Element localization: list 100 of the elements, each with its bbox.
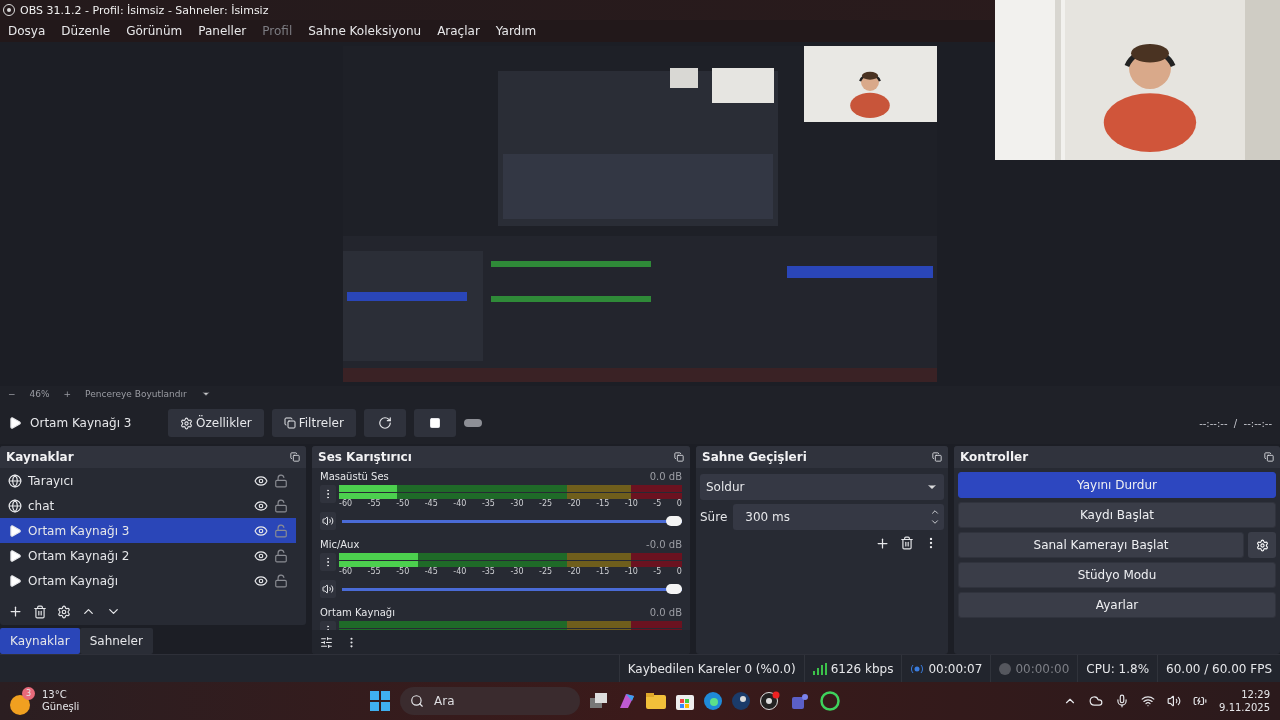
more-button[interactable] <box>320 553 336 571</box>
dock-tab[interactable]: Sahneler <box>79 628 153 654</box>
trash-icon[interactable] <box>900 536 914 551</box>
add-icon[interactable] <box>875 536 890 551</box>
channel-name: Masaüstü Ses <box>320 471 389 482</box>
dock-tab[interactable]: Kaynaklar <box>0 628 80 654</box>
panel-title: Kontroller <box>960 450 1029 464</box>
undock-icon[interactable] <box>932 452 942 462</box>
add-icon[interactable] <box>8 604 23 619</box>
stop-button[interactable] <box>413 409 456 437</box>
menu-item[interactable]: Görünüm <box>118 24 191 38</box>
menu-item[interactable]: Sahne Koleksiyonu <box>300 24 430 38</box>
menu-item[interactable]: Dosya <box>0 24 54 38</box>
eye-icon[interactable] <box>254 523 268 538</box>
source-item[interactable]: chat <box>0 493 296 518</box>
volume-slider[interactable] <box>342 584 682 594</box>
undock-icon[interactable] <box>674 452 684 462</box>
speaker-button[interactable] <box>320 512 336 530</box>
control-button[interactable]: Yayını Durdur <box>958 472 1276 498</box>
app-icon[interactable] <box>618 692 636 710</box>
volume-icon[interactable] <box>1167 694 1182 708</box>
task-view-icon[interactable] <box>590 693 608 709</box>
unlocked-icon[interactable] <box>274 473 288 488</box>
down-icon[interactable] <box>930 517 940 527</box>
more-button[interactable] <box>320 485 336 503</box>
date: 9.11.2025 <box>1219 701 1270 714</box>
unlocked-icon[interactable] <box>274 573 288 588</box>
volume-slider[interactable] <box>342 516 682 526</box>
eye-icon[interactable] <box>254 498 268 513</box>
undock-icon[interactable] <box>1264 452 1274 462</box>
scale-label: -45 <box>424 567 438 576</box>
filters-button[interactable]: Filtreler <box>271 409 356 437</box>
duration-label: Süre <box>700 510 728 524</box>
speaker-button[interactable] <box>320 580 336 598</box>
up-icon[interactable] <box>930 507 940 517</box>
dropdown-icon[interactable] <box>200 389 211 399</box>
zoom-level: 46% <box>29 389 50 399</box>
source-name: Ortam Kaynağı 2 <box>28 548 131 563</box>
trash-icon[interactable] <box>33 604 47 619</box>
advanced-settings-icon[interactable] <box>320 635 333 649</box>
time: 12:29 <box>1241 688 1270 701</box>
control-button[interactable]: Ayarlar <box>958 592 1276 618</box>
settings-button[interactable] <box>1248 532 1276 558</box>
cpu-usage: CPU: 1.8% <box>1086 661 1150 676</box>
wifi-icon[interactable] <box>1141 694 1156 708</box>
scale-label: 0 <box>676 567 682 576</box>
channel-reading: 0.0 dB <box>649 471 682 482</box>
start-icon[interactable] <box>370 691 390 711</box>
control-button[interactable]: Stüdyo Modu <box>958 562 1276 588</box>
undock-icon[interactable] <box>290 452 300 462</box>
source-item[interactable]: Tarayıcı <box>0 468 296 493</box>
speaker-icon <box>322 583 334 595</box>
source-item[interactable]: Ortam Kaynağı 2 <box>0 543 296 568</box>
unlocked-icon[interactable] <box>274 548 288 563</box>
restart-button[interactable] <box>363 409 406 437</box>
window-title: OBS 31.1.2 - Profil: İsimsiz - Sahneler: İsimsiz <box>20 3 269 17</box>
cloud-icon[interactable] <box>1089 694 1104 708</box>
menu-item[interactable]: Paneller <box>190 24 255 38</box>
clock[interactable]: 12:29 9.11.2025 <box>1219 688 1270 714</box>
channel-name: Mic/Aux <box>320 539 360 550</box>
stream-time: 00:00:07 <box>928 661 983 676</box>
dropped-frames: Kaybedilen Kareler 0 (%0.0) <box>627 661 796 676</box>
menu-item[interactable]: Araçlar <box>429 24 488 38</box>
duration-field[interactable]: 300 ms <box>733 504 944 530</box>
menu-item[interactable]: Yardım <box>487 24 545 38</box>
control-button[interactable]: Kaydı Başlat <box>958 502 1276 528</box>
play-icon[interactable] <box>8 416 22 430</box>
scale-label: -10 <box>624 567 638 576</box>
scale-label: -50 <box>396 567 410 576</box>
eye-icon[interactable] <box>254 473 268 488</box>
media-time: --:--:-- / --:--:-- <box>1199 417 1272 429</box>
search-field[interactable]: Ara <box>400 687 580 715</box>
transition-dropdown[interactable]: Soldur <box>700 474 944 500</box>
search-icon <box>410 694 424 708</box>
bitrate: 6126 kbps <box>830 661 894 676</box>
properties-button[interactable]: Özellikler <box>168 409 264 437</box>
store-icon[interactable] <box>676 692 694 710</box>
eye-icon[interactable] <box>254 548 268 563</box>
play-icon <box>8 523 22 538</box>
zoom-in-button[interactable]: + <box>63 389 72 399</box>
eye-icon[interactable] <box>254 573 268 588</box>
source-name: Ortam Kaynağı 3 <box>28 523 131 538</box>
panel-title: Ses Karıştırıcı <box>318 450 412 464</box>
unlocked-icon[interactable] <box>274 498 288 513</box>
control-button[interactable]: Sanal Kamerayı Başlat <box>958 532 1244 558</box>
temperature: 13°C <box>42 689 68 701</box>
scale-label: -35 <box>481 499 495 508</box>
zoom-mode-dropdown[interactable]: Pencereye Boyutlandır <box>85 389 187 399</box>
folder-icon[interactable] <box>646 693 666 709</box>
battery-icon[interactable] <box>1193 694 1208 708</box>
speaker-icon <box>322 515 334 527</box>
settings-icon[interactable] <box>57 604 71 619</box>
media-source-name: Ortam Kaynağı 3 <box>30 416 133 430</box>
zoom-out-button[interactable]: − <box>8 389 16 399</box>
notification-badge: 3 <box>22 687 35 700</box>
mic-icon[interactable] <box>1115 694 1130 708</box>
scale-label: -35 <box>481 567 495 576</box>
source-item[interactable]: Ortam Kaynağı <box>0 568 296 593</box>
source-item[interactable]: Ortam Kaynağı 3 <box>0 518 296 543</box>
menu-item[interactable]: Düzenle <box>53 24 119 38</box>
